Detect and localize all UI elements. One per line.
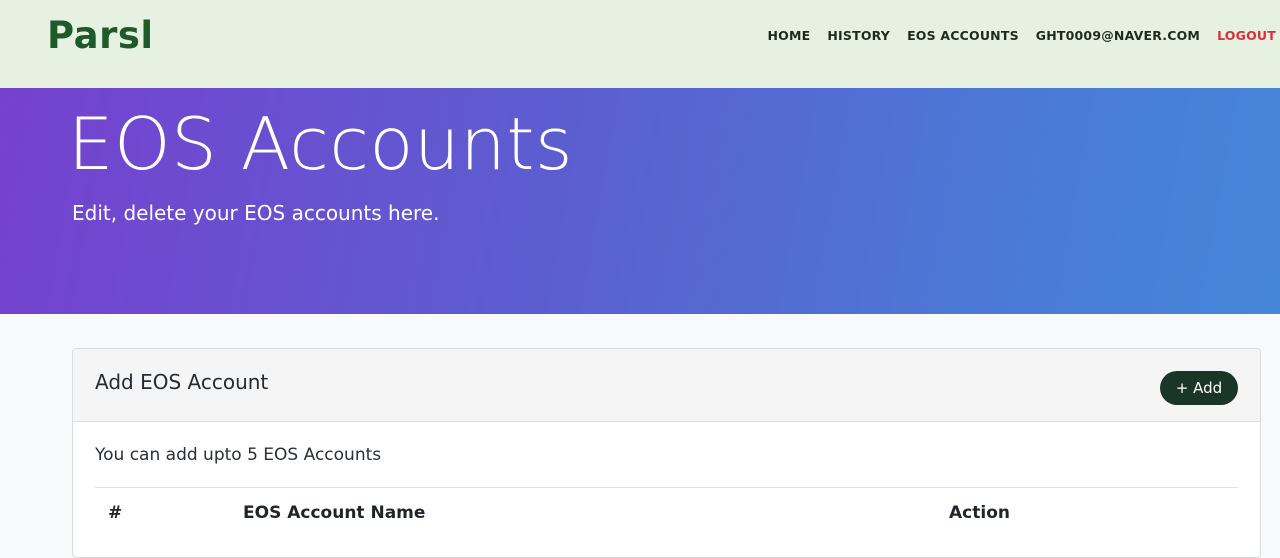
card-header: Add EOS Account + Add — [73, 349, 1260, 422]
table-header-action: Action — [949, 503, 1010, 523]
nav-user-email[interactable]: GHT0009@NAVER.COM — [1036, 28, 1200, 43]
nav-eos-accounts[interactable]: EOS ACCOUNTS — [907, 28, 1019, 43]
nav-logout[interactable]: LOGOUT — [1217, 28, 1276, 43]
page-subtitle: Edit, delete your EOS accounts here. — [72, 201, 440, 225]
card-title: Add EOS Account — [95, 370, 269, 394]
add-eos-account-card: Add EOS Account + Add You can add upto 5… — [72, 348, 1261, 558]
parsl-logo[interactable]: Parsl — [47, 14, 154, 57]
add-account-button[interactable]: + Add — [1160, 371, 1238, 405]
table-divider — [95, 487, 1238, 488]
nav-links: HOME HISTORY EOS ACCOUNTS GHT0009@NAVER.… — [751, 26, 1276, 44]
nav-history[interactable]: HISTORY — [827, 28, 890, 43]
table-header-account-name: EOS Account Name — [243, 503, 426, 523]
hero-banner: EOS Accounts Edit, delete your EOS accou… — [0, 88, 1280, 314]
page-title: EOS Accounts — [68, 102, 573, 186]
table-header-index: # — [108, 503, 123, 523]
nav-home[interactable]: HOME — [768, 28, 811, 43]
account-limit-text: You can add upto 5 EOS Accounts — [95, 445, 382, 465]
top-navbar: Parsl HOME HISTORY EOS ACCOUNTS GHT0009@… — [0, 0, 1280, 88]
